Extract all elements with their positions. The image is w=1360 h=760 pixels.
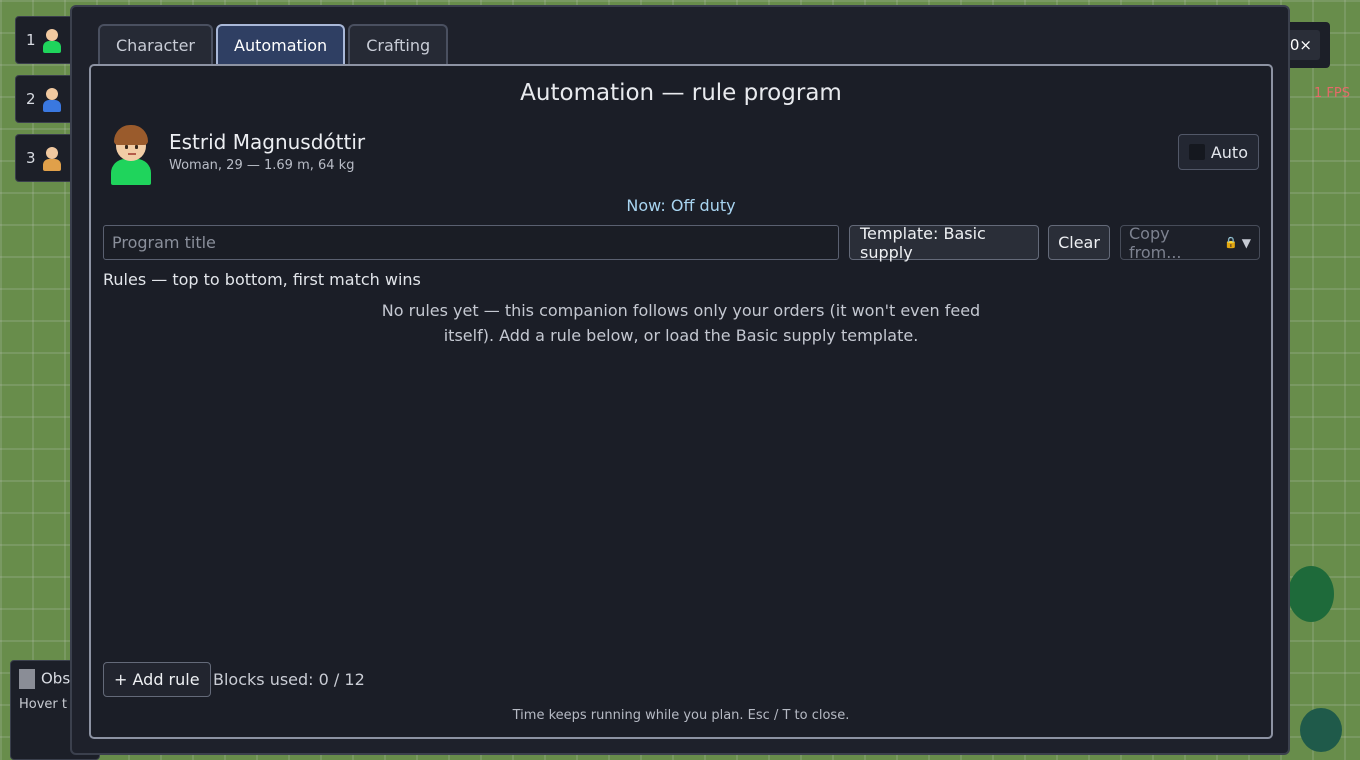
tab-bar: Character Automation Crafting [98,24,449,64]
blocks-used-counter: Blocks used: 0 / 12 [213,670,365,689]
party-slot-2[interactable]: 2 [15,75,75,123]
copy-from-select[interactable]: Copy from... 🔒 ▼ [1120,223,1260,262]
tree [1300,708,1342,752]
checkbox-icon [1188,144,1205,160]
tab-crafting[interactable]: Crafting [348,24,449,64]
footer-note: Time keeps running while you plan. Esc /… [512,708,850,723]
fps-counter: 1 FPS [1314,86,1350,101]
chevron-down-icon: ▼ [1241,235,1251,250]
clear-button[interactable]: Clear [1048,225,1110,260]
add-rule-button[interactable]: + Add rule [103,662,211,697]
program-title-input[interactable] [103,225,839,260]
character-avatar [109,123,153,185]
avatar-icon [42,27,62,53]
observer-swatch-icon [19,669,35,689]
empty-rules-message: No rules yet — this companion follows on… [381,301,981,345]
automation-panel: Automation — rule program Estrid Magnusd… [89,64,1273,739]
rules-heading: Rules — top to bottom, first match wins [103,270,421,289]
auto-toggle-label: Auto [1210,142,1248,162]
character-info: Woman, 29 — 1.69 m, 64 kg [169,158,355,173]
party-slot-number: 1 [26,31,36,49]
tab-character[interactable]: Character [98,24,213,64]
party-slot-1[interactable]: 1 [15,16,75,64]
party-slot-number: 3 [26,149,36,167]
current-status: Now: Off duty [626,196,736,215]
party-slot-number: 2 [26,90,36,108]
character-name: Estrid Magnusdóttir [169,130,366,154]
avatar-icon [42,86,62,112]
auto-toggle[interactable]: Auto [1177,134,1259,170]
avatar-icon [42,145,62,171]
tab-automation[interactable]: Automation [216,24,346,64]
template-basic-supply-button[interactable]: Template: Basic supply [849,224,1039,262]
observer-label: Obs [41,669,71,688]
copy-from-label: Copy from... [1129,223,1182,262]
lock-icon: 🔒 [1224,236,1238,249]
panel-title: Automation — rule program [520,80,842,106]
tree [1288,566,1334,622]
character-modal: Character Automation Crafting Automation… [70,5,1290,755]
party-slot-3[interactable]: 3 [15,134,75,182]
